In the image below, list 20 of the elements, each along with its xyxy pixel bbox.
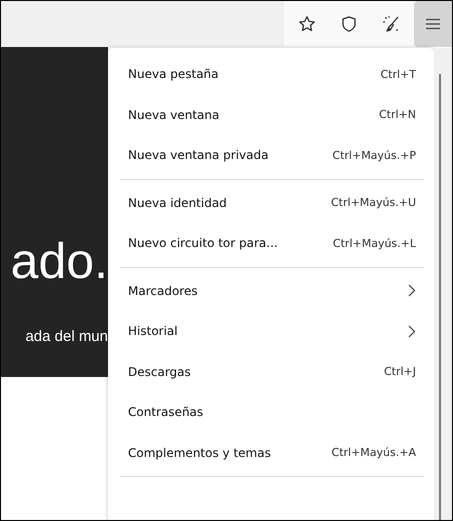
menu-item[interactable]: Nueva pestaña Ctrl+T — [120, 54, 424, 94]
menu-item[interactable]: Descargas Ctrl+J — [120, 352, 424, 392]
menu-item[interactable]: Marcadores — [120, 270, 424, 311]
menu-item[interactable]: Nuevo circuito tor para... Ctrl+Mayús.+L — [120, 223, 424, 264]
menu-button[interactable] — [414, 1, 452, 47]
chevron-right-icon — [408, 324, 416, 338]
scrollbar[interactable] — [434, 48, 452, 520]
star-icon — [298, 15, 316, 33]
menu-item[interactable]: Contraseñas — [120, 392, 424, 432]
menu-item[interactable]: Nueva ventana privada Ctrl+Mayús.+P — [120, 135, 424, 176]
page-subtitle: ada del mun — [25, 328, 108, 345]
page-heading: ado. — [10, 236, 108, 286]
chevron-right-icon — [408, 284, 416, 298]
broom-icon — [382, 15, 400, 33]
shield-icon — [340, 15, 358, 33]
menu-item[interactable]: Historial — [120, 311, 424, 352]
menu-icon — [425, 17, 441, 31]
menu-item[interactable]: Nueva ventana Ctrl+N — [120, 94, 424, 135]
menu-item[interactable]: Nueva identidad Ctrl+Mayús.+U — [120, 182, 424, 223]
menu-item[interactable]: Complementos y temas Ctrl+Mayús.+A — [120, 432, 424, 473]
